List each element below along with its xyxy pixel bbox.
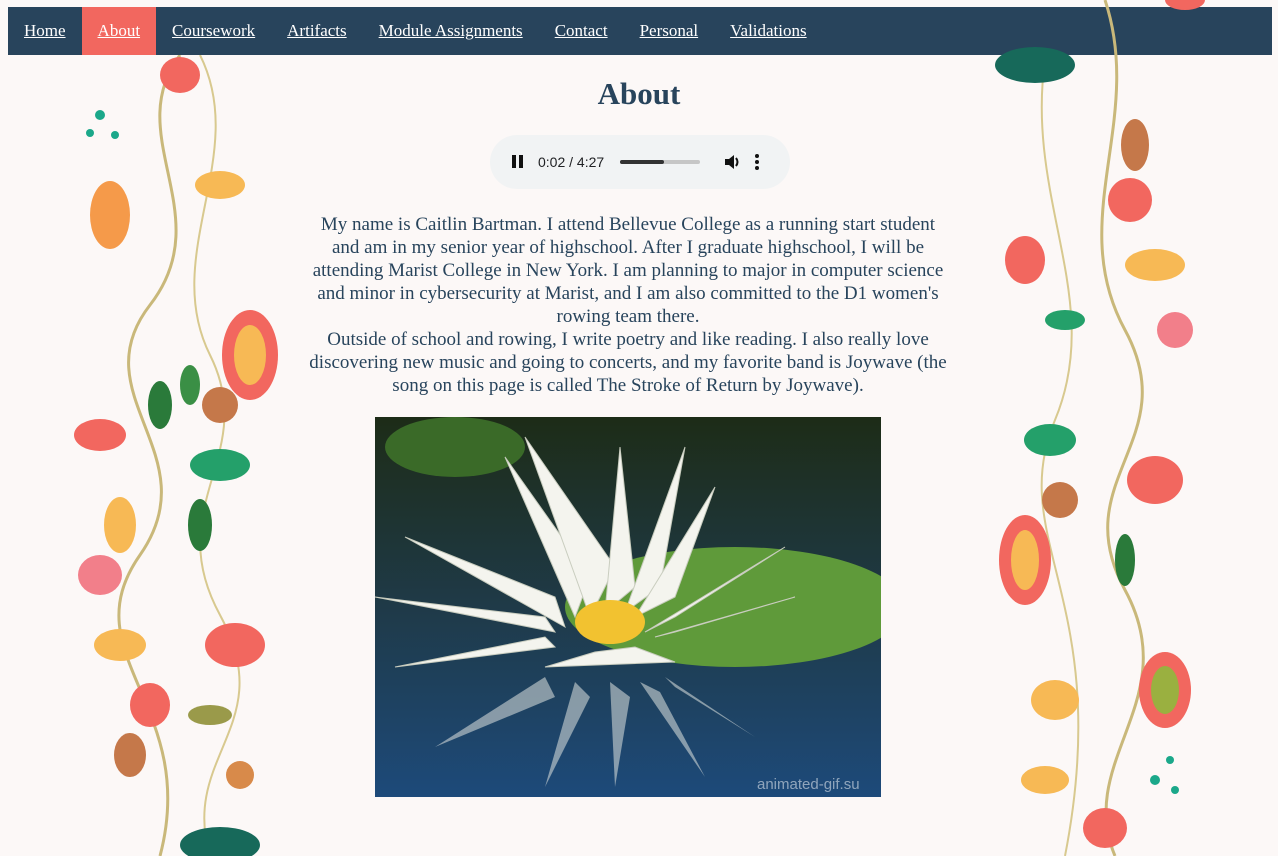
- nav-validations[interactable]: Validations: [714, 7, 823, 55]
- nav-artifacts[interactable]: Artifacts: [271, 7, 362, 55]
- nav-coursework[interactable]: Coursework: [156, 7, 271, 55]
- pause-icon[interactable]: [510, 155, 524, 169]
- nav-module-assignments[interactable]: Module Assignments: [363, 7, 539, 55]
- nav-home[interactable]: Home: [8, 7, 82, 55]
- nav-about[interactable]: About: [81, 7, 157, 55]
- more-options-icon[interactable]: [754, 154, 760, 170]
- water-lily-image: animated-gif.su: [375, 417, 881, 797]
- audio-player[interactable]: 0:02 / 4:27: [490, 135, 790, 189]
- bio-paragraph-1: My name is Caitlin Bartman. I attend Bel…: [312, 214, 944, 327]
- audio-progress-slider[interactable]: [620, 160, 701, 164]
- photo-watermark: animated-gif.su: [757, 776, 860, 793]
- floral-vine-right: [995, 0, 1205, 856]
- page-title: About: [597, 76, 681, 111]
- bio-paragraph-2: Outside of school and rowing, I write po…: [309, 329, 947, 396]
- nav-personal[interactable]: Personal: [624, 7, 715, 55]
- audio-progress-fill: [620, 160, 665, 164]
- bio-text: My name is Caitlin Bartman. I attend Bel…: [308, 213, 948, 397]
- nav-contact[interactable]: Contact: [539, 7, 624, 55]
- volume-icon[interactable]: [722, 152, 742, 172]
- audio-time: 0:02 / 4:27: [538, 154, 605, 170]
- floral-vine-left: [74, 55, 278, 856]
